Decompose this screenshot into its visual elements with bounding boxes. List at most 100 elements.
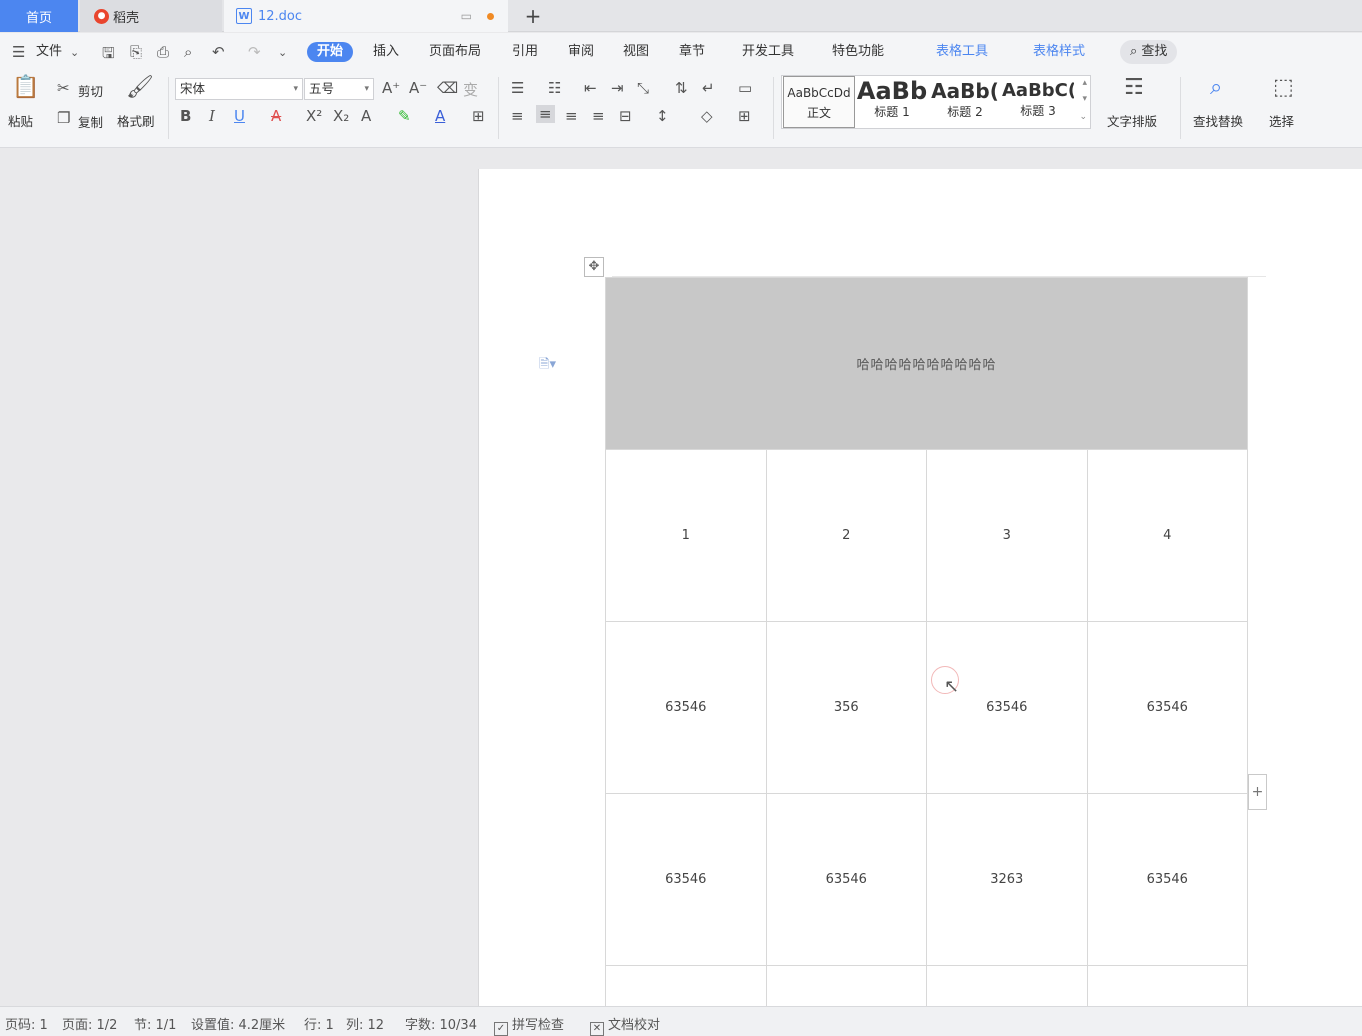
print-preview-icon[interactable]: ⌕: [184, 43, 192, 61]
customize-toolbar-icon[interactable]: ⌄: [278, 46, 287, 59]
menu-developer[interactable]: 开发工具: [742, 42, 794, 62]
table-cell[interactable]: 63546: [1086, 621, 1248, 794]
align-right-icon[interactable]: ≡: [565, 107, 578, 125]
text-layout-button[interactable]: 文字排版: [1107, 111, 1157, 130]
align-left-icon[interactable]: ≡: [511, 107, 524, 125]
char-border-icon[interactable]: ⊞: [472, 107, 485, 125]
shrink-font-icon[interactable]: A⁻: [409, 79, 427, 97]
menu-table-style[interactable]: 表格样式: [1033, 42, 1085, 62]
table-header-cell[interactable]: 哈哈哈哈哈哈哈哈哈哈: [605, 277, 1248, 450]
status-section[interactable]: 节: 1/1: [134, 1014, 176, 1033]
menu-view[interactable]: 视图: [623, 42, 649, 62]
copy-icon[interactable]: ❐: [57, 109, 70, 127]
format-painter-button[interactable]: 格式刷: [117, 111, 155, 130]
strikethrough-icon[interactable]: A: [271, 107, 281, 125]
decrease-indent-icon[interactable]: ⇤: [584, 79, 597, 97]
new-tab-button[interactable]: +: [518, 0, 548, 32]
select-button[interactable]: 选择: [1269, 111, 1294, 130]
menu-file[interactable]: 文件: [36, 42, 62, 62]
search-button[interactable]: ⌕ 查找: [1120, 40, 1178, 64]
copy-button[interactable]: 复制: [78, 112, 103, 131]
table-cell[interactable]: [926, 965, 1088, 1011]
format-painter-icon[interactable]: 🖌: [126, 75, 154, 100]
bold-icon[interactable]: B: [180, 107, 191, 125]
shading-icon[interactable]: ◇: [701, 107, 713, 125]
clear-format-icon[interactable]: ⌫: [437, 79, 458, 97]
sort-icon[interactable]: ⇅: [675, 79, 688, 97]
paste-button[interactable]: 粘贴: [8, 111, 33, 130]
numbered-list-icon[interactable]: ☷: [548, 79, 561, 97]
menu-table-tools[interactable]: 表格工具: [936, 42, 988, 62]
underline-icon[interactable]: U: [234, 107, 245, 125]
table-cell[interactable]: [605, 965, 767, 1011]
export-icon[interactable]: ⎘: [130, 43, 142, 61]
status-setting-value[interactable]: 设置值: 4.2厘米: [191, 1014, 285, 1033]
font-color-icon[interactable]: A: [435, 107, 445, 125]
table-cell[interactable]: 3263: [926, 793, 1088, 966]
show-marks-icon[interactable]: ▭: [738, 79, 752, 97]
style-heading-1[interactable]: AaBb 标题 1: [856, 76, 928, 128]
distribute-icon[interactable]: ⊟: [619, 107, 632, 125]
document-table[interactable]: 哈哈哈哈哈哈哈哈哈哈 1 2 3 4 63546 356 63546 63546…: [605, 277, 1248, 1011]
table-cell[interactable]: 4: [1086, 449, 1248, 622]
font-name-select[interactable]: 宋体 ▾: [175, 78, 303, 100]
bullet-list-icon[interactable]: ☰: [511, 79, 524, 97]
italic-icon[interactable]: I: [209, 107, 215, 125]
table-cell[interactable]: 63546: [926, 621, 1088, 794]
grow-font-icon[interactable]: A⁺: [382, 79, 400, 97]
scroll-down-icon[interactable]: ▾: [1082, 94, 1087, 104]
tab-home[interactable]: 首页: [0, 0, 78, 32]
text-direction-icon[interactable]: ⤡: [637, 79, 649, 97]
paragraph-layout-icon[interactable]: 🗎▾: [539, 355, 556, 377]
table-cell[interactable]: 356: [765, 621, 927, 794]
add-row-button[interactable]: +: [1248, 774, 1267, 810]
menu-references[interactable]: 引用: [512, 42, 538, 62]
text-effect-icon[interactable]: A: [361, 107, 371, 125]
align-center-icon[interactable]: ≡: [536, 105, 555, 123]
superscript-icon[interactable]: X²: [306, 107, 322, 125]
menu-review[interactable]: 审阅: [568, 42, 594, 62]
menu-section[interactable]: 章节: [679, 42, 705, 62]
find-replace-icon[interactable]: ⌕: [1210, 75, 1222, 100]
print-icon[interactable]: ⎙: [157, 43, 169, 61]
phonetic-icon[interactable]: 变: [463, 79, 478, 100]
justify-icon[interactable]: ≡: [592, 107, 605, 125]
cut-button[interactable]: 剪切: [78, 81, 103, 100]
table-cell[interactable]: [1086, 965, 1248, 1011]
text-layout-icon[interactable]: ☶: [1124, 75, 1144, 100]
table-cell[interactable]: 63546: [605, 621, 767, 794]
style-normal[interactable]: AaBbCcDd 正文: [783, 76, 855, 128]
table-cell[interactable]: 63546: [1086, 793, 1248, 966]
table-cell[interactable]: 63546: [765, 793, 927, 966]
status-line[interactable]: 行: 1: [304, 1014, 334, 1033]
status-page-number[interactable]: 页码: 1: [5, 1014, 48, 1033]
table-cell[interactable]: 63546: [605, 793, 767, 966]
highlight-icon[interactable]: ✎: [398, 107, 411, 125]
select-icon[interactable]: ⬚: [1273, 75, 1294, 100]
paste-icon[interactable]: 📋: [12, 75, 39, 100]
table-move-handle-icon[interactable]: ✥: [584, 257, 604, 277]
hamburger-menu-icon[interactable]: ☰: [12, 43, 25, 61]
menu-insert[interactable]: 插入: [373, 42, 399, 62]
monitor-icon[interactable]: ▭: [461, 9, 472, 23]
cut-icon[interactable]: ✂: [57, 79, 70, 97]
menu-home[interactable]: 开始: [307, 42, 354, 62]
find-replace-button[interactable]: 查找替换: [1193, 111, 1243, 130]
status-column[interactable]: 列: 12: [346, 1014, 384, 1033]
spell-check-button[interactable]: ✓ 拼写检查: [494, 1014, 564, 1036]
table-cell[interactable]: 3: [926, 449, 1088, 622]
line-break-icon[interactable]: ↵: [702, 79, 715, 97]
style-heading-3[interactable]: AaBbC( 标题 3: [1002, 76, 1074, 128]
increase-indent-icon[interactable]: ⇥: [611, 79, 624, 97]
menu-page-layout[interactable]: 页面布局: [429, 42, 481, 62]
expand-gallery-icon[interactable]: ⌄: [1079, 112, 1087, 122]
scroll-up-icon[interactable]: ▴: [1082, 78, 1087, 88]
style-heading-2[interactable]: AaBb( 标题 2: [929, 76, 1001, 128]
menu-special[interactable]: 特色功能: [832, 42, 884, 62]
save-icon[interactable]: 🖫: [102, 43, 115, 68]
table-cell[interactable]: [765, 965, 927, 1011]
subscript-icon[interactable]: X₂: [333, 107, 349, 125]
line-spacing-icon[interactable]: ↕: [656, 107, 669, 125]
tab-daoke[interactable]: ● 稻壳: [80, 0, 222, 32]
status-page[interactable]: 页面: 1/2: [62, 1014, 117, 1033]
